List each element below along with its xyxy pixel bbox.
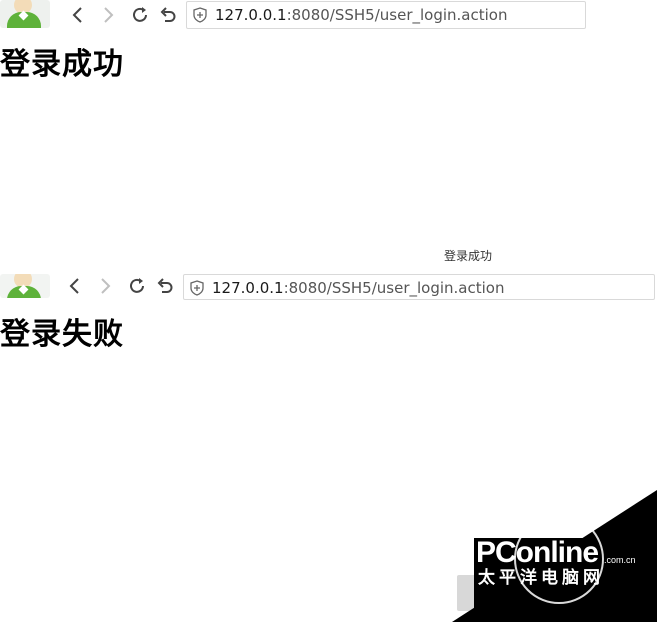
avatar-icon[interactable] bbox=[0, 0, 50, 28]
back-icon[interactable] bbox=[64, 275, 86, 297]
page-heading: 登录成功 bbox=[0, 47, 124, 82]
caption: 登录成功 bbox=[444, 249, 493, 263]
watermark-domain: .com.cn bbox=[604, 555, 636, 565]
address-bar[interactable]: 127.0.0.1:8080/SSH5/user_login.action bbox=[183, 274, 655, 300]
forward-icon[interactable] bbox=[97, 4, 119, 26]
url-text: 127.0.0.1:8080/SSH5/user_login.action bbox=[215, 6, 508, 24]
undo-icon[interactable] bbox=[154, 275, 176, 297]
undo-icon[interactable] bbox=[157, 4, 179, 26]
avatar-icon[interactable] bbox=[0, 274, 50, 298]
browser-toolbar: 127.0.0.1:8080/SSH5/user_login.action bbox=[0, 270, 657, 302]
address-bar[interactable]: 127.0.0.1:8080/SSH5/user_login.action bbox=[186, 1, 586, 29]
back-icon[interactable] bbox=[67, 4, 89, 26]
browser-toolbar: 127.0.0.1:8080/SSH5/user_login.action bbox=[0, 0, 657, 32]
forward-icon[interactable] bbox=[94, 275, 116, 297]
reload-icon[interactable] bbox=[129, 4, 151, 26]
shield-icon bbox=[190, 280, 204, 300]
watermark-tagline: 太平洋电脑网 bbox=[478, 568, 604, 588]
shield-icon bbox=[193, 7, 207, 27]
page-heading: 登录失败 bbox=[0, 317, 124, 352]
reload-icon[interactable] bbox=[126, 275, 148, 297]
browser-window-failure: 127.0.0.1:8080/SSH5/user_login.action 登录… bbox=[0, 270, 657, 352]
watermark-brand: PConline bbox=[476, 536, 599, 569]
browser-window-success: 127.0.0.1:8080/SSH5/user_login.action 登录… bbox=[0, 0, 657, 82]
url-text: 127.0.0.1:8080/SSH5/user_login.action bbox=[212, 279, 505, 297]
